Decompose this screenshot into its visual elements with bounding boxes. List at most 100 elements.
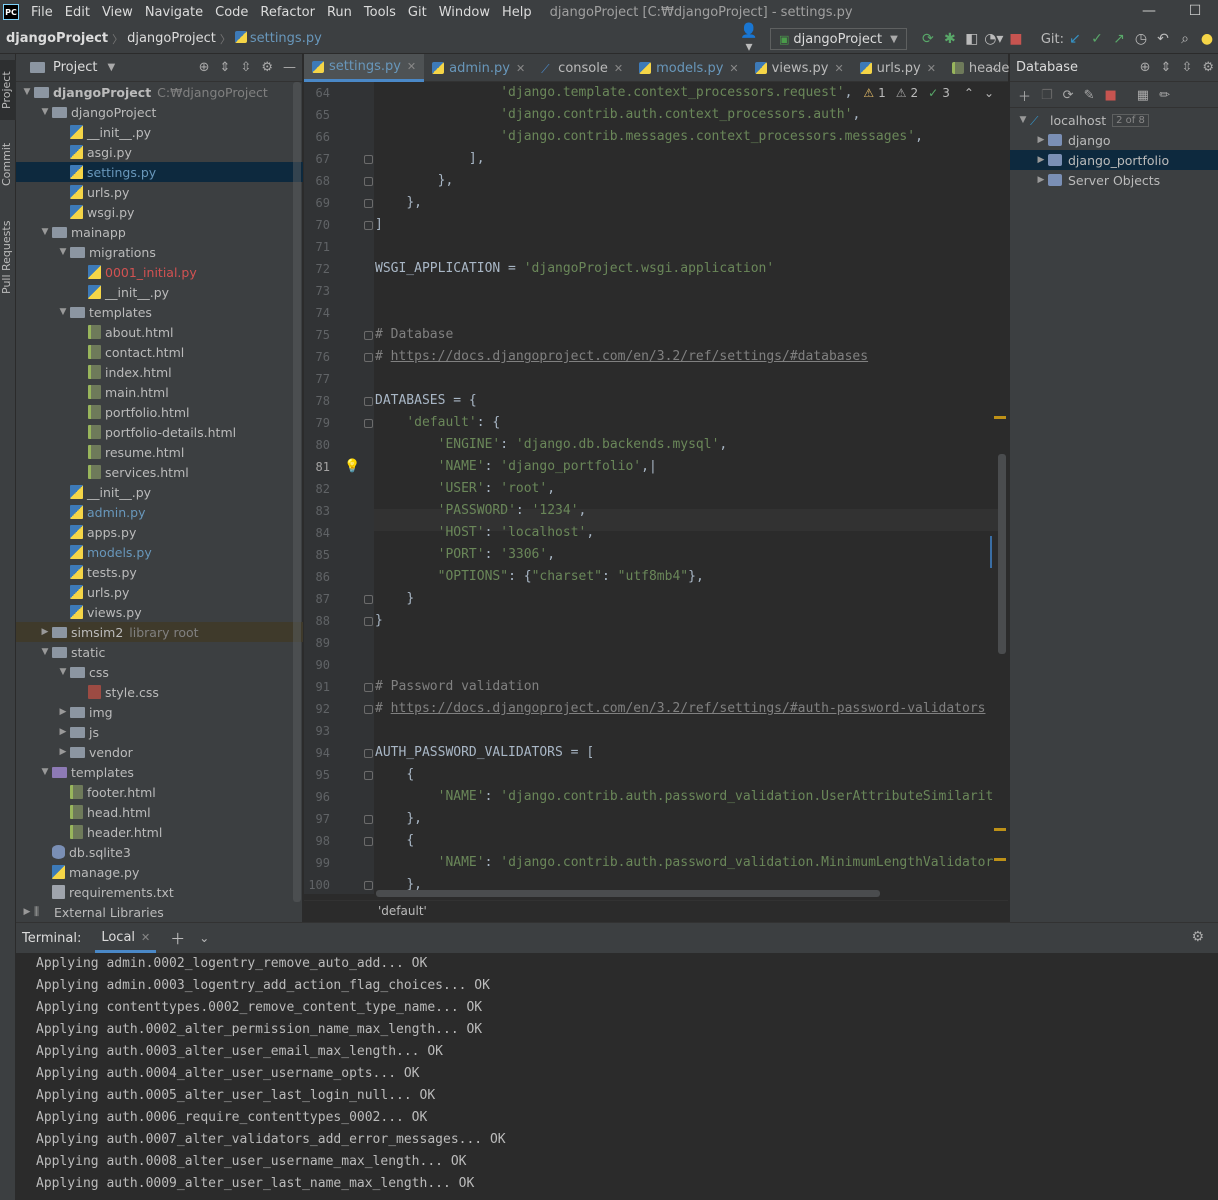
error-stripe-mark[interactable] (994, 416, 1006, 419)
rerun-icon[interactable]: ⟳ (917, 31, 939, 47)
close-icon[interactable]: ✕ (516, 62, 525, 75)
editor-horizontal-scrollbar[interactable] (376, 890, 880, 897)
menu-window[interactable]: Window (433, 5, 496, 20)
menu-tools[interactable]: Tools (358, 5, 402, 20)
chevron-right-icon[interactable]: ▶ (20, 907, 34, 917)
lightbulb-icon[interactable]: 💡 (344, 459, 360, 474)
close-icon[interactable]: ✕ (927, 62, 936, 75)
tree-item[interactable]: asgi.py (16, 142, 303, 162)
tree-item[interactable]: models.py (16, 542, 303, 562)
gear-icon[interactable]: ⚙ (1191, 929, 1204, 945)
tree-item[interactable]: ▼ migrations (16, 242, 303, 262)
add-icon[interactable]: ＋ (1018, 86, 1031, 105)
tree-item[interactable]: ▼ djangoProject (16, 102, 303, 122)
ide-update-icon[interactable]: ● (1196, 31, 1218, 47)
chevron-right-icon[interactable]: ▶ (1034, 155, 1048, 165)
menu-run[interactable]: Run (321, 5, 358, 20)
editor-tab[interactable]: settings.py ✕ (304, 54, 425, 82)
tree-item[interactable]: requirements.txt (16, 882, 303, 902)
stop-icon[interactable]: ■ (1104, 88, 1116, 103)
error-stripe-mark[interactable] (994, 858, 1006, 861)
minimize-icon[interactable]: — (1126, 0, 1172, 24)
gear-icon[interactable]: ⚙ (1202, 60, 1214, 75)
menu-file[interactable]: File (25, 5, 59, 20)
fold-icon[interactable] (364, 397, 373, 406)
tree-item[interactable]: contact.html (16, 342, 303, 362)
chevron-right-icon[interactable]: ▶ (56, 747, 70, 757)
fold-icon[interactable] (364, 617, 373, 626)
tree-item[interactable]: __init__.py (16, 282, 303, 302)
expand-all-icon[interactable]: ⇕ (220, 60, 231, 75)
chevron-right-icon[interactable]: ▶ (56, 727, 70, 737)
chevron-down-icon[interactable]: ▼ (107, 62, 115, 73)
chevron-down-icon[interactable]: ▼ (38, 227, 52, 237)
tree-item[interactable]: resume.html (16, 442, 303, 462)
fold-icon[interactable] (364, 837, 373, 846)
properties-icon[interactable]: ✎ (1084, 88, 1095, 103)
terminal-output[interactable]: Applying admin.0002_logentry_remove_auto… (36, 953, 506, 1195)
fold-icon[interactable] (364, 771, 373, 780)
tree-item[interactable]: wsgi.py (16, 202, 303, 222)
terminal-tab-local[interactable]: Local ✕ (95, 923, 157, 953)
tree-item[interactable]: ▶ ⫼ External Libraries (16, 902, 303, 922)
tree-item[interactable]: settings.py (16, 162, 303, 182)
chevron-down-icon[interactable]: ▼ (38, 647, 52, 657)
tree-item[interactable]: __init__.py (16, 482, 303, 502)
tree-item[interactable]: ▼ css (16, 662, 303, 682)
fold-icon[interactable] (364, 331, 373, 340)
schema-count-badge[interactable]: 2 of 8 (1112, 113, 1149, 127)
breadcrumb-folder[interactable]: djangoProject (127, 31, 216, 46)
database-tree-item[interactable]: ▶ Server Objects (1010, 170, 1218, 190)
fold-icon[interactable] (364, 705, 373, 714)
close-icon[interactable]: ✕ (141, 931, 150, 944)
fold-icon[interactable] (364, 155, 373, 164)
breadcrumb-project[interactable]: djangoProject (6, 31, 108, 46)
locate-icon[interactable]: ⊕ (1140, 60, 1151, 75)
tree-item[interactable]: services.html (16, 462, 303, 482)
tool-tab-commit[interactable]: Commit (0, 134, 16, 194)
history-icon[interactable]: ◷ (1130, 31, 1152, 47)
menu-navigate[interactable]: Navigate (139, 5, 209, 20)
tree-item[interactable]: ▼ mainapp (16, 222, 303, 242)
database-tree-item[interactable]: ▶ django_portfolio (1010, 150, 1218, 170)
tree-item[interactable]: ▶ img (16, 702, 303, 722)
tree-item[interactable]: about.html (16, 322, 303, 342)
chevron-down-icon[interactable]: ▼ (20, 87, 34, 97)
collapse-all-icon[interactable]: ⇳ (1181, 60, 1192, 75)
tree-item[interactable]: views.py (16, 602, 303, 622)
gear-icon[interactable]: ⚙ (261, 60, 273, 75)
tree-item[interactable]: db.sqlite3 (16, 842, 303, 862)
user-icon[interactable]: 👤▾ (738, 23, 760, 55)
close-icon[interactable]: ✕ (614, 62, 623, 75)
editor-tab[interactable]: models.py ✕ (631, 54, 747, 82)
debug-icon[interactable]: ✱ (939, 31, 961, 47)
tree-item[interactable]: ▶ vendor (16, 742, 303, 762)
chevron-down-icon[interactable]: ⌄ (990, 60, 1000, 74)
editor-tab[interactable]: urls.py ✕ (852, 54, 944, 82)
maximize-icon[interactable]: ☐ (1172, 0, 1218, 24)
editor-vertical-scrollbar[interactable] (998, 454, 1006, 654)
tree-item[interactable]: ▶ simsim2 library root (16, 622, 303, 642)
fold-icon[interactable] (364, 177, 373, 186)
fold-icon[interactable] (364, 815, 373, 824)
tree-item[interactable]: footer.html (16, 782, 303, 802)
chevron-down-icon[interactable]: ▼ (38, 107, 52, 117)
new-terminal-icon[interactable]: ＋ (170, 928, 185, 949)
chevron-up-icon[interactable]: ⌃ (964, 86, 974, 100)
menu-git[interactable]: Git (402, 5, 433, 20)
collapse-all-icon[interactable]: ⇳ (240, 60, 251, 75)
close-icon[interactable]: ✕ (729, 62, 738, 75)
chevron-down-icon[interactable]: ▼ (56, 307, 70, 317)
tree-item[interactable]: head.html (16, 802, 303, 822)
chevron-down-icon[interactable]: ⌄ (984, 86, 994, 100)
stop-icon[interactable]: ■ (1005, 31, 1027, 47)
tree-item[interactable]: ▼ templates (16, 762, 303, 782)
chevron-right-icon[interactable]: ▶ (1034, 135, 1048, 145)
chevron-down-icon[interactable]: ⌄ (199, 931, 209, 945)
locate-icon[interactable]: ⊕ (199, 60, 210, 75)
refresh-icon[interactable]: ⟳ (1063, 88, 1074, 103)
tree-item[interactable]: admin.py (16, 502, 303, 522)
breadcrumb-file[interactable]: settings.py (234, 31, 322, 46)
table-icon[interactable]: ▦ (1137, 88, 1149, 103)
edit-icon[interactable]: ✏ (1159, 88, 1170, 103)
